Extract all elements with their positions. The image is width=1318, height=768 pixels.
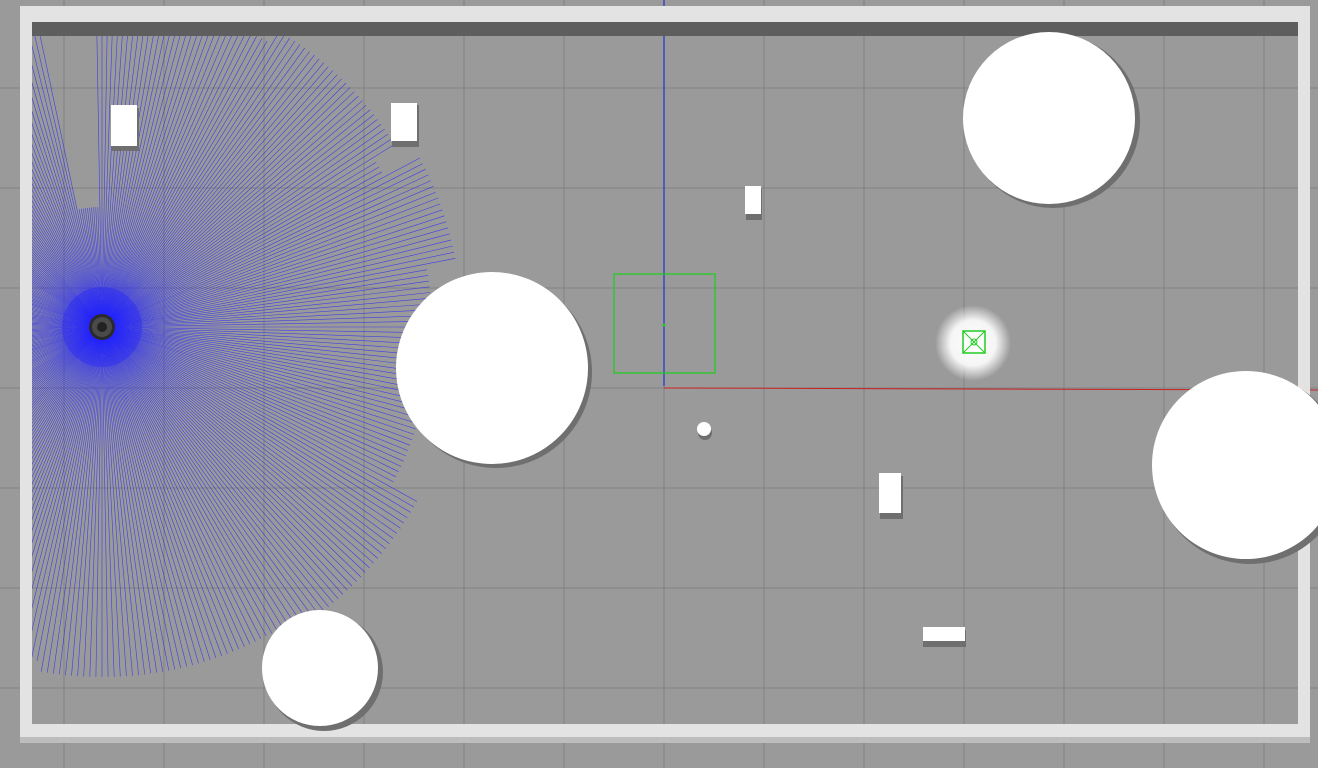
- wall-top-shadow: [32, 22, 1298, 36]
- wall-right[interactable]: [1298, 10, 1310, 736]
- box-4[interactable]: [879, 473, 903, 519]
- wall-bottom-shadow: [20, 737, 1310, 743]
- wall-left[interactable]: [20, 6, 32, 736]
- turtlebot-robot[interactable]: [89, 314, 115, 340]
- wall-top[interactable]: [20, 6, 1310, 22]
- box-3[interactable]: [745, 186, 762, 220]
- box-1[interactable]: [111, 105, 139, 151]
- wall-bottom[interactable]: [20, 724, 1310, 738]
- box-2[interactable]: [391, 103, 419, 147]
- world-scene[interactable]: [0, 0, 1318, 768]
- box-5[interactable]: [923, 627, 966, 647]
- goal-marker[interactable]: [935, 305, 1011, 381]
- gazebo-3d-viewport[interactable]: [0, 0, 1318, 768]
